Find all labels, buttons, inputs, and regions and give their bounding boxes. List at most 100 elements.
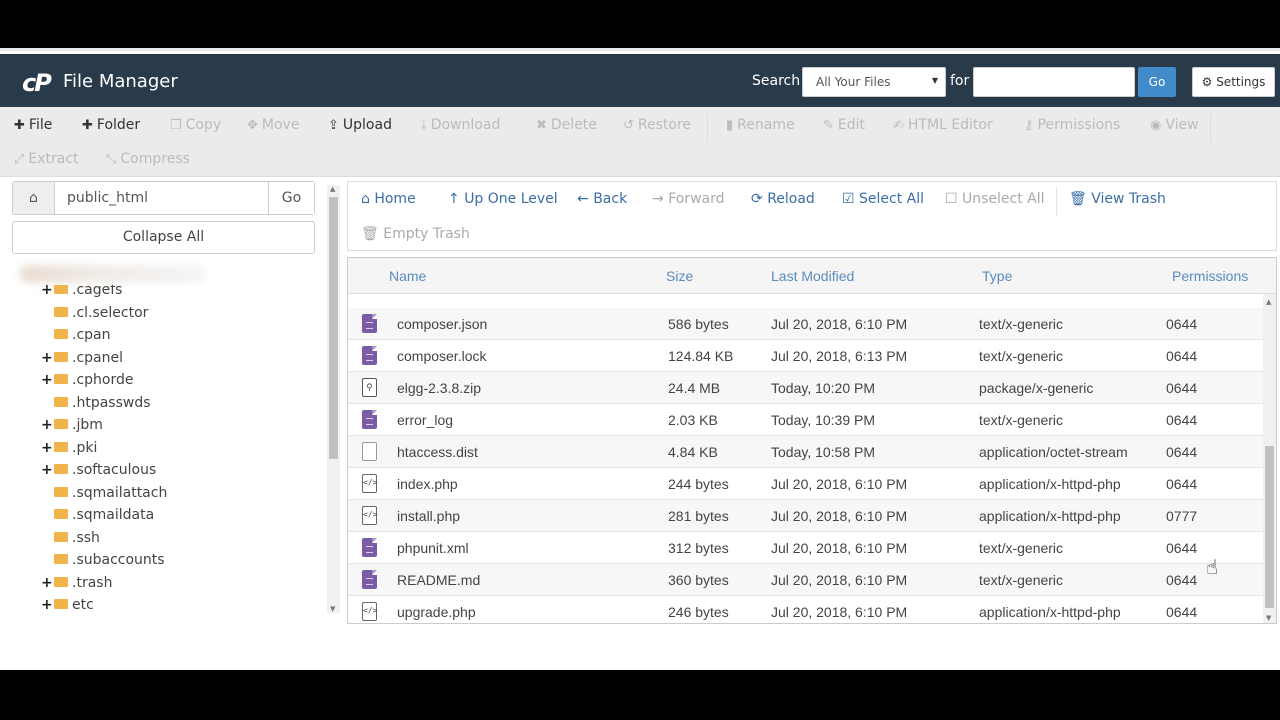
scroll-up-icon[interactable]: ▲ — [330, 185, 335, 193]
file-size: 281 bytes — [668, 508, 729, 524]
tree-item[interactable]: + .softaculous — [41, 462, 156, 484]
expand-plus-icon[interactable]: + — [41, 350, 53, 366]
expand-plus-icon[interactable]: + — [41, 372, 53, 388]
file-name: htaccess.dist — [397, 444, 478, 460]
html-editor-button[interactable]: ✍ HTML Editor — [893, 117, 993, 133]
select-all-button[interactable]: ☑ Select All — [842, 191, 924, 207]
sidebar-scroll-thumb[interactable] — [329, 197, 338, 459]
table-row[interactable]: composer.lock 124.84 KB Jul 20, 2018, 6:13… — [348, 340, 1263, 372]
folder-icon — [54, 554, 68, 564]
table-row[interactable]: </> install.php 281 bytes Jul 20, 2018, 6:1… — [348, 500, 1263, 532]
edit-button[interactable]: ✎ Edit — [823, 117, 865, 133]
table-row[interactable]: error_log 2.03 KB Today, 10:39 PM text/x-ge… — [348, 404, 1263, 436]
expand-plus-icon[interactable]: + — [41, 575, 53, 591]
tree-item[interactable]: .htpasswds — [41, 395, 151, 417]
settings-button[interactable]: ⚙ Settings — [1192, 67, 1275, 97]
scroll-down-icon[interactable]: ▼ — [330, 605, 335, 613]
table-scrollbar[interactable]: ▲ ▼ — [1263, 294, 1276, 623]
table-row[interactable]: README.md 360 bytes Jul 20, 2018, 6:10 PM t… — [348, 564, 1263, 596]
file-modified: Jul 20, 2018, 6:10 PM — [771, 604, 908, 620]
restore-button[interactable]: ↺ Restore — [623, 117, 691, 133]
sidebar-scrollbar[interactable]: ▲ ▼ — [327, 185, 340, 613]
nav-reload-button[interactable]: ⟳ Reload — [751, 191, 815, 207]
table-scroll-thumb[interactable] — [1265, 446, 1274, 608]
tree-item[interactable]: .cl.selector — [41, 305, 148, 327]
copy-icon: ❐ — [170, 118, 182, 133]
nav-up-button[interactable]: ↑ Up One Level — [448, 191, 558, 207]
expand-plus-icon[interactable]: + — [41, 462, 53, 478]
arrow-right-icon: → — [652, 191, 669, 207]
nav-home-button[interactable]: ⌂ Home — [361, 191, 416, 207]
search-go-button[interactable]: Go — [1138, 67, 1176, 97]
search-input[interactable] — [973, 67, 1135, 97]
view-trash-button[interactable]: 🗑 View Trash — [1069, 191, 1166, 207]
action-toolbar: ✚ File ✚ Folder ❐ Copy ✥ Move ⇪ Upload ⤓ Downl… — [0, 107, 1280, 177]
hand-cursor-icon: ☝ — [1206, 555, 1219, 579]
tree-item[interactable]: + etc — [41, 597, 94, 611]
eye-icon: ◉ — [1150, 118, 1162, 133]
extract-icon: ⤢ — [14, 152, 25, 167]
expand-plus-icon[interactable]: + — [41, 417, 53, 433]
scroll-down-icon[interactable]: ▼ — [1266, 614, 1271, 622]
column-type[interactable]: Type — [982, 268, 1012, 284]
new-file-button[interactable]: ✚ File — [14, 117, 52, 133]
table-header: Name Size Last Modified Type Permissions — [348, 258, 1276, 294]
new-folder-button[interactable]: ✚ Folder — [82, 117, 140, 133]
table-row[interactable]: phpunit.xml 312 bytes Jul 20, 2018, 6:10 P… — [348, 532, 1263, 564]
table-body: .htaccess4.84 KBToday, 10:52 PMtext/x-ge… — [348, 294, 1263, 623]
collapse-all-button[interactable]: Collapse All — [12, 221, 315, 254]
column-permissions[interactable]: Permissions — [1172, 268, 1248, 284]
search-scope-select[interactable]: All Your Files ▼ — [802, 67, 946, 97]
expand-plus-icon[interactable]: + — [41, 440, 53, 456]
nav-back-button[interactable]: ← Back — [577, 191, 627, 207]
video-letterbox-top — [0, 0, 1280, 48]
scroll-up-icon[interactable]: ▲ — [1266, 298, 1271, 306]
delete-button[interactable]: ✖ Delete — [536, 117, 597, 133]
table-row[interactable]: </> index.php 244 bytes Jul 20, 2018, 6:10 … — [348, 468, 1263, 500]
tree-item[interactable]: .sqmailattach — [41, 485, 167, 507]
column-size[interactable]: Size — [666, 268, 693, 284]
tree-item[interactable]: .ssh — [41, 530, 100, 552]
unselect-all-button[interactable]: ☐ Unselect All — [945, 191, 1045, 207]
table-row[interactable]: htaccess.dist 4.84 KB Today, 10:58 PM appli… — [348, 436, 1263, 468]
tree-item-label: .cphorde — [72, 372, 134, 388]
path-input[interactable]: public_html — [67, 190, 148, 206]
tree-item[interactable]: .cpan — [41, 327, 111, 349]
tree-item[interactable]: + .trash — [41, 575, 112, 597]
move-button[interactable]: ✥ Move — [247, 117, 299, 133]
code-file-icon: </> — [362, 602, 377, 621]
table-row[interactable]: </> upgrade.php 246 bytes Jul 20, 2018, 6:1… — [348, 596, 1263, 623]
download-button[interactable]: ⤓ Download — [421, 117, 500, 133]
extract-button[interactable]: ⤢ Extract — [14, 151, 79, 167]
expand-plus-icon[interactable]: + — [41, 285, 53, 298]
table-row[interactable]: composer.json 586 bytes Jul 20, 2018, 6:10… — [348, 308, 1263, 340]
file-table: Name Size Last Modified Type Permissions… — [347, 257, 1277, 624]
rename-button[interactable]: ▮ Rename — [726, 117, 795, 133]
copy-button[interactable]: ❐ Copy — [170, 117, 221, 133]
tree-item[interactable]: + .jbm — [41, 417, 103, 439]
empty-trash-button[interactable]: 🗑 Empty Trash — [361, 226, 470, 242]
file-permissions: 0644 — [1166, 604, 1198, 620]
text-file-icon — [362, 314, 377, 333]
file-name: elgg-2.3.8.zip — [397, 380, 482, 396]
file-size: 360 bytes — [668, 572, 729, 588]
tree-item[interactable]: + .cphorde — [41, 372, 133, 394]
home-icon[interactable]: ⌂ — [13, 182, 55, 214]
permissions-button[interactable]: ⚷ Permissions — [1024, 117, 1120, 133]
expand-plus-icon[interactable]: + — [41, 597, 53, 611]
tree-item[interactable]: + .cpanel — [41, 350, 123, 372]
column-name[interactable]: Name — [389, 268, 426, 284]
tree-item[interactable]: .subaccounts — [41, 552, 165, 574]
html-editor-icon: ✍ — [893, 118, 904, 133]
upload-button[interactable]: ⇪ Upload — [328, 117, 392, 133]
tree-item[interactable]: + .cagefs — [41, 285, 122, 304]
zip-file-icon: ⚲ — [362, 378, 377, 397]
compress-button[interactable]: ⤡ Compress — [106, 151, 190, 167]
nav-forward-button[interactable]: → Forward — [652, 191, 725, 207]
tree-item[interactable]: .sqmaildata — [41, 507, 154, 529]
view-button[interactable]: ◉ View — [1150, 117, 1199, 133]
tree-item[interactable]: + .pki — [41, 440, 97, 462]
table-row[interactable]: ⚲ elgg-2.3.8.zip 24.4 MB Today, 10:20 PM pac… — [348, 372, 1263, 404]
column-last-modified[interactable]: Last Modified — [771, 268, 854, 284]
path-go-button[interactable]: Go — [268, 182, 314, 214]
